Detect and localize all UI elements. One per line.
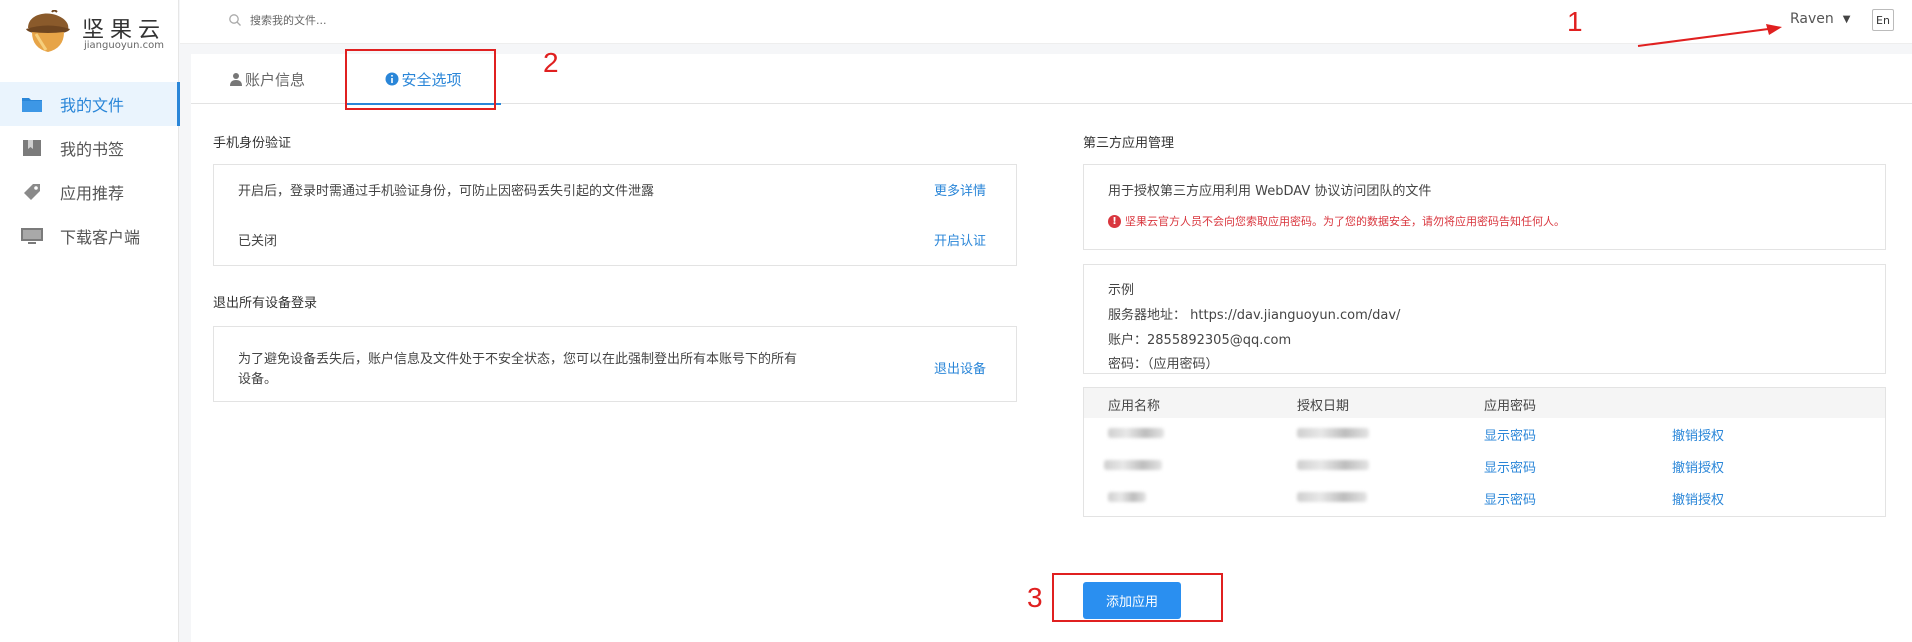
tag-icon [20,182,44,202]
annotation-number-1: 1 [1567,6,1583,37]
monitor-icon [20,226,44,246]
third-party-intro-card: 用于授权第三方应用利用 WebDAV 协议访问团队的文件 ! 坚果云官方人员不会… [1083,164,1886,250]
sidebar: 坚果云 jianguoyun.com 我的文件 我的书签 应用推荐 下载客户端 [0,0,180,642]
bookmark-icon [20,138,44,158]
example-heading: 示例 [1108,283,1135,298]
blurred-auth-date [1297,492,1367,502]
server-address: 服务器地址： https://dav.jianguoyun.com/dav/ [1108,304,1400,323]
sidebar-item-label: 下载客户端 [60,228,141,247]
column-app-name: 应用名称 [1108,399,1161,414]
server-value: https://dav.jianguoyun.com/dav/ [1190,308,1401,323]
phone-auth-status: 已关闭 [238,234,278,249]
brand-domain: jianguoyun.com [84,40,164,51]
blurred-app-name [1108,428,1164,438]
tab-label: 账户信息 [245,70,306,89]
blurred-app-name [1108,492,1146,502]
main-panel: 账户信息 安全选项 手机身份验证 开启后，登录时需通过手机验证身份，可防止因密码… [191,54,1912,642]
table-row: 显示密码 撤销授权 [1084,482,1885,513]
blurred-app-name [1104,460,1162,470]
logo[interactable]: 坚果云 jianguoyun.com [20,8,170,56]
caret-down-icon: ▼ [1842,13,1851,25]
server-label: 服务器地址： [1108,308,1187,323]
user-name: Raven [1790,11,1834,27]
logout-all-title: 退出所有设备登录 [213,296,318,311]
account-value: 2855892305@qq.com [1147,333,1292,348]
password-line: 密码：（应用密码） [1108,353,1219,372]
annotation-box-3 [1052,573,1223,622]
table-row: 显示密码 撤销授权 [1084,450,1885,481]
sidebar-item-label: 我的文件 [60,96,125,115]
apps-table: 应用名称 授权日期 应用密码 显示密码 撤销授权 显示密码 撤销授权 显示密码 … [1083,387,1886,517]
password-value: （应用密码） [1147,357,1219,372]
phone-auth-card: 开启后，登录时需通过手机验证身份，可防止因密码丢失引起的文件泄露 更多详情 已关… [213,164,1017,266]
warning-text: 坚果云官方人员不会向您索取应用密码。为了您的数据安全，请勿将应用密码告知任何人。 [1125,215,1565,228]
example-card: 示例 服务器地址： https://dav.jianguoyun.com/dav… [1083,264,1886,374]
acorn-logo-icon [26,10,70,52]
table-header: 应用名称 授权日期 应用密码 [1084,388,1885,418]
logout-devices-link[interactable]: 退出设备 [934,358,986,377]
sidebar-nav: 我的文件 我的书签 应用推荐 下载客户端 [0,82,180,258]
logout-all-description-line2: 设备。 [238,372,278,387]
third-party-intro: 用于授权第三方应用利用 WebDAV 协议访问团队的文件 [1108,184,1432,199]
folder-icon [20,94,44,114]
search-icon [229,14,241,26]
sidebar-item-label: 我的书签 [60,140,125,159]
show-password-link[interactable]: 显示密码 [1484,425,1536,444]
enable-auth-link[interactable]: 开启认证 [934,230,986,249]
phone-auth-description: 开启后，登录时需通过手机验证身份，可防止因密码丢失引起的文件泄露 [238,184,655,199]
sidebar-item-my-files[interactable]: 我的文件 [0,82,180,126]
column-app-password: 应用密码 [1484,399,1537,414]
annotation-box-2 [345,49,496,110]
sidebar-item-bookmarks[interactable]: 我的书签 [0,126,179,170]
show-password-link[interactable]: 显示密码 [1484,489,1536,508]
user-menu[interactable]: Raven ▼ [1790,11,1850,27]
revoke-auth-link[interactable]: 撤销授权 [1672,425,1724,444]
tab-account-info[interactable]: 账户信息 [229,54,309,104]
revoke-auth-link[interactable]: 撤销授权 [1672,489,1724,508]
warning-icon: ! [1108,214,1121,228]
annotation-number-2: 2 [543,47,559,78]
account-label: 账户： [1108,333,1148,348]
logout-all-description-line1: 为了避免设备丢失后，账户信息及文件处于不安全状态，您可以在此强制登出所有本账号下… [238,352,798,367]
annotation-number-3: 3 [1027,582,1043,613]
logout-all-card: 为了避免设备丢失后，账户信息及文件处于不安全状态，您可以在此强制登出所有本账号下… [213,326,1017,402]
password-label: 密码： [1108,357,1148,372]
blurred-auth-date [1297,428,1369,438]
revoke-auth-link[interactable]: 撤销授权 [1672,457,1724,476]
sidebar-item-app-recommend[interactable]: 应用推荐 [0,170,179,214]
user-icon [229,72,243,86]
password-warning: ! 坚果云官方人员不会向您索取应用密码。为了您的数据安全，请勿将应用密码告知任何… [1108,213,1565,229]
show-password-link[interactable]: 显示密码 [1484,457,1536,476]
language-button[interactable]: En [1872,9,1894,31]
blurred-auth-date [1297,460,1369,470]
third-party-title: 第三方应用管理 [1083,136,1175,151]
phone-auth-title: 手机身份验证 [213,136,292,151]
annotation-arrow [1637,24,1782,47]
account-line: 账户：2855892305@qq.com [1108,329,1291,348]
more-details-link[interactable]: 更多详情 [934,180,986,199]
table-row: 显示密码 撤销授权 [1084,418,1885,449]
search-placeholder: 搜索我的文件... [250,14,327,27]
column-auth-date: 授权日期 [1297,399,1350,414]
sidebar-item-label: 应用推荐 [60,184,125,203]
search-input[interactable]: 搜索我的文件... [228,12,327,28]
sidebar-item-download-client[interactable]: 下载客户端 [0,214,179,258]
